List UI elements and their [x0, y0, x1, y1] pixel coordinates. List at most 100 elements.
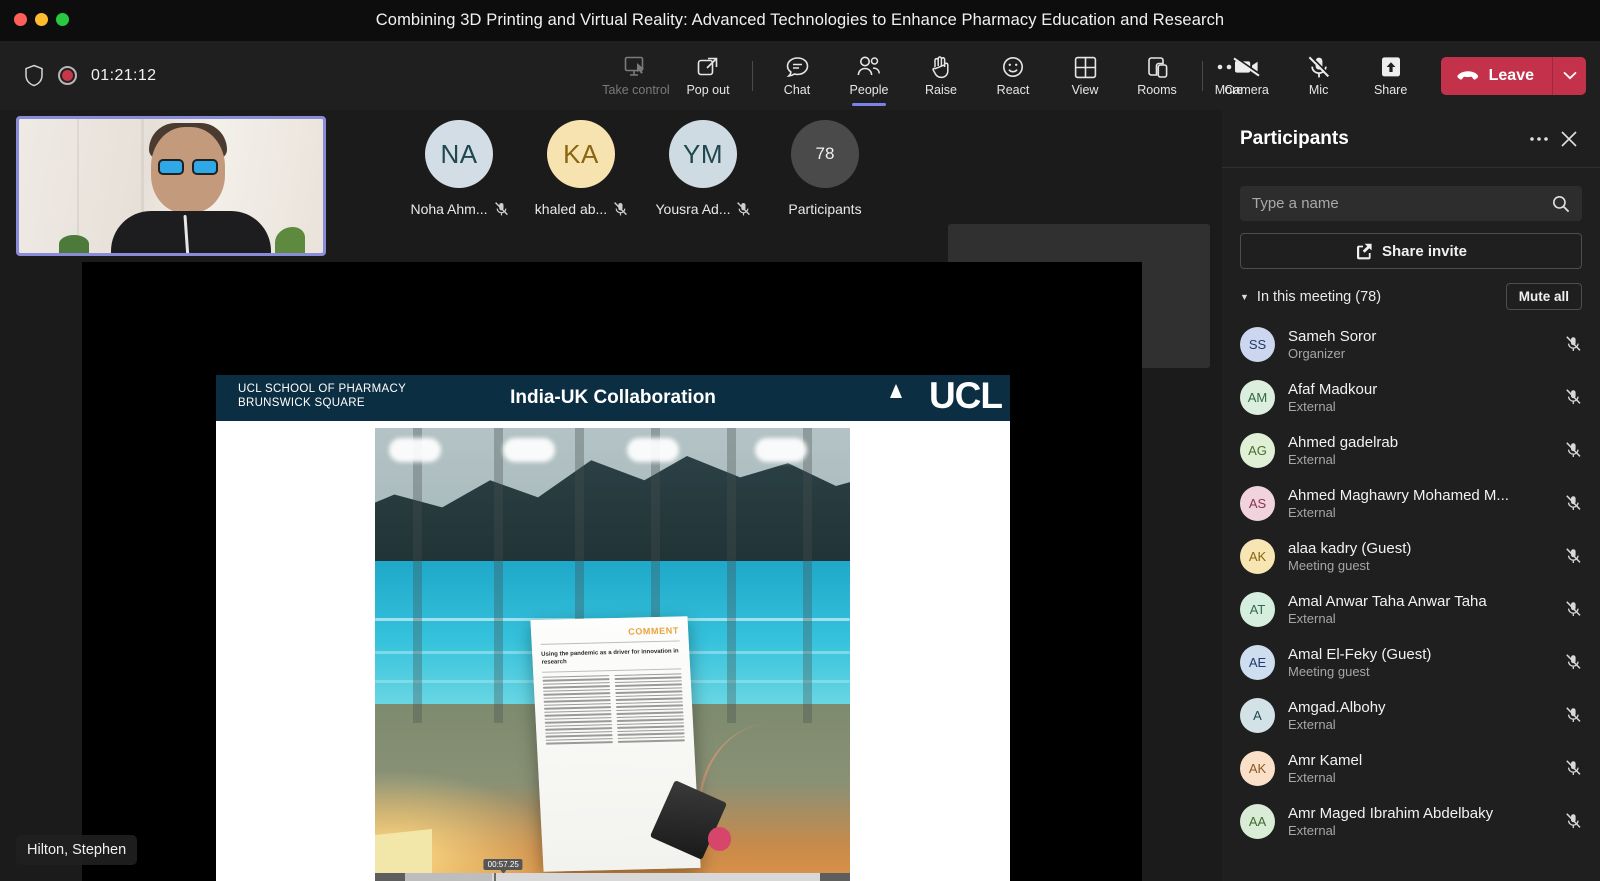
list-item[interactable]: AA Amr Maged Ibrahim Abdelbaky External	[1222, 795, 1600, 848]
participant-role: Organizer	[1288, 346, 1560, 361]
video-playhead[interactable]	[494, 873, 496, 881]
share-screen-icon	[1379, 54, 1403, 80]
rooms-label: Rooms	[1137, 83, 1177, 97]
avatar-initials: NA	[440, 139, 477, 170]
participant-role: External	[1288, 452, 1560, 467]
toolbar-divider	[1202, 61, 1203, 91]
rooms-button[interactable]: Rooms	[1121, 41, 1193, 110]
avatar: AE	[1240, 645, 1275, 680]
mic-off-icon[interactable]	[1560, 760, 1586, 777]
more-ellipsis-icon[interactable]	[1524, 124, 1554, 154]
mute-all-button[interactable]: Mute all	[1506, 283, 1582, 310]
list-item[interactable]: A Amgad.Albohy External	[1222, 689, 1600, 742]
leave-button[interactable]: Leave	[1441, 57, 1552, 95]
leave-options-button[interactable]	[1552, 57, 1586, 95]
avatar: AG	[1240, 433, 1275, 468]
maximize-window-button[interactable]	[56, 13, 69, 26]
volume-button[interactable]	[820, 873, 850, 881]
take-control-button[interactable]: Take control	[600, 41, 672, 110]
participants-list[interactable]: SS Sameh Soror Organizer AM Afaf Madkour…	[1222, 318, 1600, 880]
participant-tile[interactable]: YM Yousra Ad...	[642, 120, 764, 217]
toolbar-center-group: Take control Pop out Chat People	[600, 41, 1265, 110]
avatar: SS	[1240, 327, 1275, 362]
list-item[interactable]: SS Sameh Soror Organizer	[1222, 318, 1600, 371]
mic-off-icon[interactable]	[1560, 336, 1586, 353]
mic-off-icon[interactable]	[1560, 495, 1586, 512]
list-item[interactable]: AK alaa kadry (Guest) Meeting guest	[1222, 530, 1600, 583]
raise-hand-icon	[930, 54, 952, 80]
people-button[interactable]: People	[833, 41, 905, 110]
ceiling-light	[503, 438, 555, 462]
mic-off-icon[interactable]	[1560, 601, 1586, 618]
mic-off-icon[interactable]	[1560, 813, 1586, 830]
mic-button[interactable]: Mic	[1283, 41, 1355, 110]
participant-role: Meeting guest	[1288, 664, 1560, 679]
mic-off-icon[interactable]	[1560, 654, 1586, 671]
participant-filmstrip: NA Noha Ahm... KA khaled ab...	[0, 110, 1222, 262]
participant-name: Amal Anwar Taha Anwar Taha	[1288, 593, 1560, 610]
mic-off-icon[interactable]	[1560, 389, 1586, 406]
window-title: Combining 3D Printing and Virtual Realit…	[376, 11, 1224, 30]
raise-hand-button[interactable]: Raise	[905, 41, 977, 110]
window-controls[interactable]	[14, 13, 69, 26]
react-button[interactable]: React	[977, 41, 1049, 110]
list-item[interactable]: AS Ahmed Maghawry Mohamed M... External	[1222, 477, 1600, 530]
shared-content-area[interactable]: UCL SCHOOL OF PHARMACY BRUNSWICK SQUARE …	[82, 262, 1142, 881]
participant-meta: Yousra Ad...	[656, 201, 751, 217]
participant-name: Amr Maged Ibrahim Abdelbaky	[1288, 805, 1560, 822]
mic-off-icon[interactable]	[1560, 548, 1586, 565]
participant-tile[interactable]: KA khaled ab...	[520, 120, 642, 217]
participant-name: Amr Kamel	[1288, 752, 1560, 769]
participant-info: Ahmed Maghawry Mohamed M... External	[1288, 487, 1560, 520]
view-button[interactable]: View	[1049, 41, 1121, 110]
self-video-tile[interactable]	[16, 116, 326, 256]
participant-name: Ahmed Maghawry Mohamed M...	[1288, 487, 1560, 504]
share-invite-button[interactable]: Share invite	[1240, 233, 1582, 269]
powerpoint-slide[interactable]: UCL SCHOOL OF PHARMACY BRUNSWICK SQUARE …	[216, 375, 1010, 881]
participant-role: External	[1288, 717, 1560, 732]
minimize-window-button[interactable]	[35, 13, 48, 26]
participant-name: Sameh Soror	[1288, 328, 1560, 345]
avatar-initials: A	[1253, 708, 1262, 723]
avatar: AT	[1240, 592, 1275, 627]
participant-meta: khaled ab...	[535, 201, 627, 217]
chat-label: Chat	[784, 83, 810, 97]
participant-name: Amal El-Feky (Guest)	[1288, 646, 1560, 663]
avatar-initials: YM	[683, 139, 723, 170]
chevron-down-icon[interactable]: ▼	[1240, 292, 1249, 302]
search-input[interactable]	[1252, 195, 1552, 212]
slide-header-banner: UCL SCHOOL OF PHARMACY BRUNSWICK SQUARE …	[216, 375, 1010, 421]
chat-button[interactable]: Chat	[761, 41, 833, 110]
share-button[interactable]: Share	[1355, 41, 1427, 110]
participant-name: khaled ab...	[535, 201, 607, 217]
mic-off-icon[interactable]	[1560, 442, 1586, 459]
close-window-button[interactable]	[14, 13, 27, 26]
participant-info: Amr Kamel External	[1288, 752, 1560, 785]
list-item[interactable]: AK Amr Kamel External	[1222, 742, 1600, 795]
pause-button[interactable]	[375, 873, 405, 881]
search-icon[interactable]	[1552, 195, 1570, 213]
shield-icon	[24, 64, 44, 87]
embedded-video[interactable]: COMMENT Using the pandemic as a driver f…	[375, 428, 850, 881]
participant-role: External	[1288, 505, 1560, 520]
overflow-participants-tile[interactable]: 78 Participants	[764, 120, 886, 217]
list-item[interactable]: AM Afaf Madkour External	[1222, 371, 1600, 424]
list-item[interactable]: AT Amal Anwar Taha Anwar Taha External	[1222, 583, 1600, 636]
close-icon[interactable]	[1554, 124, 1584, 154]
camera-button[interactable]: Camera	[1211, 41, 1283, 110]
participant-tile[interactable]: NA Noha Ahm...	[398, 120, 520, 217]
list-item[interactable]: AG Ahmed gadelrab External	[1222, 424, 1600, 477]
mic-off-icon[interactable]	[1560, 707, 1586, 724]
raise-label: Raise	[925, 83, 957, 97]
participants-section-header[interactable]: ▼ In this meeting (78) Mute all	[1240, 283, 1582, 310]
video-progress-track[interactable]	[405, 873, 820, 881]
list-item[interactable]: AE Amal El-Feky (Guest) Meeting guest	[1222, 636, 1600, 689]
leave-group: Leave	[1441, 57, 1586, 95]
participant-info: Amal Anwar Taha Anwar Taha External	[1288, 593, 1560, 626]
pop-out-button[interactable]: Pop out	[672, 41, 744, 110]
participant-search[interactable]	[1240, 186, 1582, 221]
overflow-meta: Participants	[788, 201, 861, 217]
avatar-initials: AA	[1249, 814, 1266, 829]
participant-info: Ahmed gadelrab External	[1288, 434, 1560, 467]
pop-out-label: Pop out	[686, 83, 729, 97]
